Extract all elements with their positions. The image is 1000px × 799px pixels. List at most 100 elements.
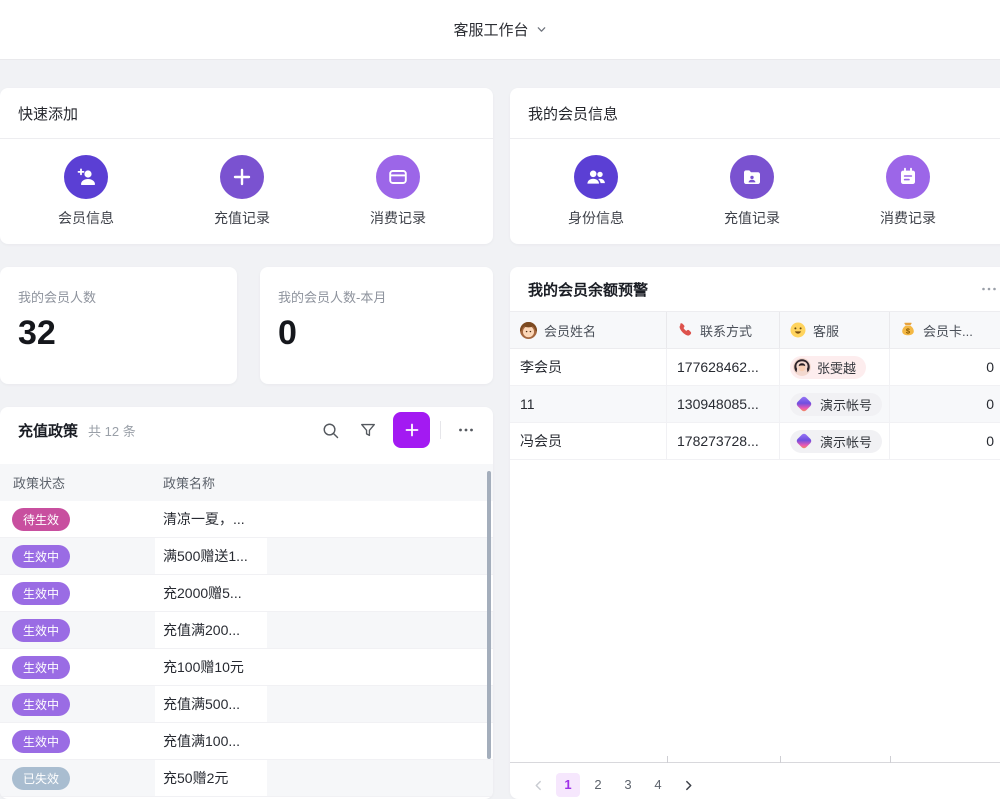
member-name-cell: 李会员	[510, 349, 667, 385]
table-row[interactable]: 11130948085...演示帐号0	[510, 386, 1000, 423]
table-row[interactable]: 冯会员178273728...演示帐号0	[510, 423, 1000, 460]
table-row[interactable]: 生效中满500赠送1...	[0, 538, 493, 575]
balance-header: 我的会员余额预警	[510, 267, 1000, 312]
policy-status-cell: 待生效	[0, 501, 155, 537]
brand-diamond-icon	[796, 433, 813, 450]
agent-cell: 演示帐号	[780, 386, 890, 422]
chevron-down-icon	[536, 24, 547, 35]
card-balance-cell: 0	[890, 349, 1000, 385]
balance-table-body: 李会员177628462...张雯越011130948085...演示帐号0冯会…	[510, 349, 1000, 460]
policy-status-cell: 生效中	[0, 649, 155, 685]
contact-cell: 177628462...	[667, 349, 780, 385]
agent-name: 张雯越	[817, 358, 856, 377]
status-badge: 生效中	[12, 619, 70, 642]
page-button-2[interactable]: 2	[586, 773, 610, 797]
add-record-button[interactable]	[393, 412, 430, 448]
quick-add-header: 快速添加	[0, 88, 493, 139]
column-header-member-name: 会员姓名	[510, 312, 667, 348]
policy-status-cell: 生效中	[0, 686, 155, 722]
more-icon[interactable]	[980, 280, 998, 298]
stat-label: 我的会员人数-本月	[278, 287, 493, 306]
quick-item-label: 消费记录	[880, 208, 936, 228]
agent-avatar	[793, 358, 811, 376]
card-icon	[376, 155, 420, 199]
status-badge: 生效中	[12, 582, 70, 605]
table-row[interactable]: 生效中充100赠10元	[0, 649, 493, 686]
next-page-button[interactable]	[676, 773, 700, 797]
policy-name-cell: 满500赠送1...	[155, 538, 267, 574]
policy-status-cell: 生效中	[0, 575, 155, 611]
quick-add-body: 会员信息 充值记录 消费记录	[0, 139, 493, 243]
table-row[interactable]: 李会员177628462... 张雯越 0	[510, 349, 1000, 386]
card-balance-cell: 0	[890, 423, 1000, 459]
filter-icon[interactable]	[353, 415, 383, 445]
member-info-header: 我的会员信息	[510, 88, 1000, 139]
previous-page-button[interactable]	[526, 773, 550, 797]
vertical-scrollbar[interactable]	[487, 471, 491, 759]
agent-name: 演示帐号	[820, 395, 872, 414]
agent-cell: 张雯越	[780, 349, 890, 385]
recharge-policy-card: 充值政策 共 12 条	[0, 407, 493, 799]
member-consume-record[interactable]: 消费记录	[830, 155, 986, 228]
policy-status-cell: 生效中	[0, 612, 155, 648]
column-header-contact: 联系方式	[667, 312, 780, 348]
column-header-name: 政策名称	[155, 473, 215, 492]
quick-add-card: 快速添加 会员信息 充值记录	[0, 88, 493, 244]
my-member-info-card: 我的会员信息 身份信息 充值记录	[510, 88, 1000, 244]
stat-card-member-count: 我的会员人数 32	[0, 267, 237, 384]
more-icon[interactable]	[451, 415, 481, 445]
contact-cell: 130948085...	[667, 386, 780, 422]
policy-name-cell: 充值满200...	[155, 612, 267, 648]
member-info-body: 身份信息 充值记录 消费记录	[510, 139, 998, 243]
contact-cell: 178273728...	[667, 423, 780, 459]
table-row[interactable]: 生效中 充值满200...	[0, 612, 493, 649]
balance-warning-card: 我的会员余额预警 会员姓名 联系方式	[510, 267, 1000, 799]
quick-item-label: 会员信息	[58, 208, 114, 228]
brand-diamond-icon	[796, 396, 813, 413]
policy-table-body: 待生效清凉一夏，...生效中满500赠送1...生效中充2000赠5...生效中…	[0, 501, 493, 797]
quick-add-recharge-record[interactable]: 充值记录	[164, 155, 320, 228]
search-icon[interactable]	[315, 415, 345, 445]
plus-icon	[220, 155, 264, 199]
page-button-1[interactable]: 1	[556, 773, 580, 797]
policy-name-cell: 充50赠2元	[155, 760, 267, 796]
pagination: 1234	[526, 773, 700, 797]
policy-header: 充值政策 共 12 条	[0, 407, 493, 453]
page-title: 客服工作台	[453, 19, 528, 40]
stat-value: 32	[18, 314, 237, 353]
card-title: 快速添加	[18, 103, 78, 124]
workspace-switcher[interactable]: 客服工作台	[453, 19, 546, 40]
quick-item-label: 充值记录	[724, 208, 780, 228]
quick-item-label: 身份信息	[568, 208, 624, 228]
policy-name-cell: 充2000赠5...	[155, 575, 267, 611]
record-count: 共 12 条	[88, 421, 136, 440]
policy-status-cell: 生效中	[0, 538, 155, 574]
calendar-icon	[886, 155, 930, 199]
member-identity-info[interactable]: 身份信息	[518, 155, 674, 228]
member-recharge-record[interactable]: 充值记录	[674, 155, 830, 228]
table-bottom-border	[510, 762, 1000, 763]
policy-table: 政策状态 政策名称 待生效清凉一夏，...生效中满500赠送1...生效中充20…	[0, 464, 493, 797]
table-row[interactable]: 生效中 充2000赠5...	[0, 575, 493, 612]
table-row[interactable]: 待生效 清凉一夏，...	[0, 501, 493, 538]
person-plus-icon	[64, 155, 108, 199]
stat-label: 我的会员人数	[18, 287, 237, 306]
table-row[interactable]: 已失效充50赠2元	[0, 760, 493, 797]
quick-add-consume-record[interactable]: 消费记录	[320, 155, 476, 228]
status-badge: 待生效	[12, 508, 70, 531]
stat-card-member-count-month: 我的会员人数-本月 0	[260, 267, 493, 384]
balance-table-header: 会员姓名 联系方式 客服 $ 会员卡...	[510, 312, 1000, 349]
policy-table-header: 政策状态 政策名称	[0, 464, 493, 501]
table-row[interactable]: 生效中 充值满100...	[0, 723, 493, 760]
page-button-3[interactable]: 3	[616, 773, 640, 797]
card-title: 充值政策	[18, 420, 78, 441]
folder-person-icon	[730, 155, 774, 199]
page-button-4[interactable]: 4	[646, 773, 670, 797]
quick-add-member-info[interactable]: 会员信息	[8, 155, 164, 228]
policy-status-cell: 已失效	[0, 760, 155, 796]
policy-name-cell: 充值满100...	[155, 723, 267, 759]
member-name-cell: 11	[510, 386, 667, 422]
status-badge: 生效中	[12, 730, 70, 753]
policy-name-cell: 清凉一夏，...	[155, 501, 267, 537]
table-row[interactable]: 生效中充值满500...	[0, 686, 493, 723]
